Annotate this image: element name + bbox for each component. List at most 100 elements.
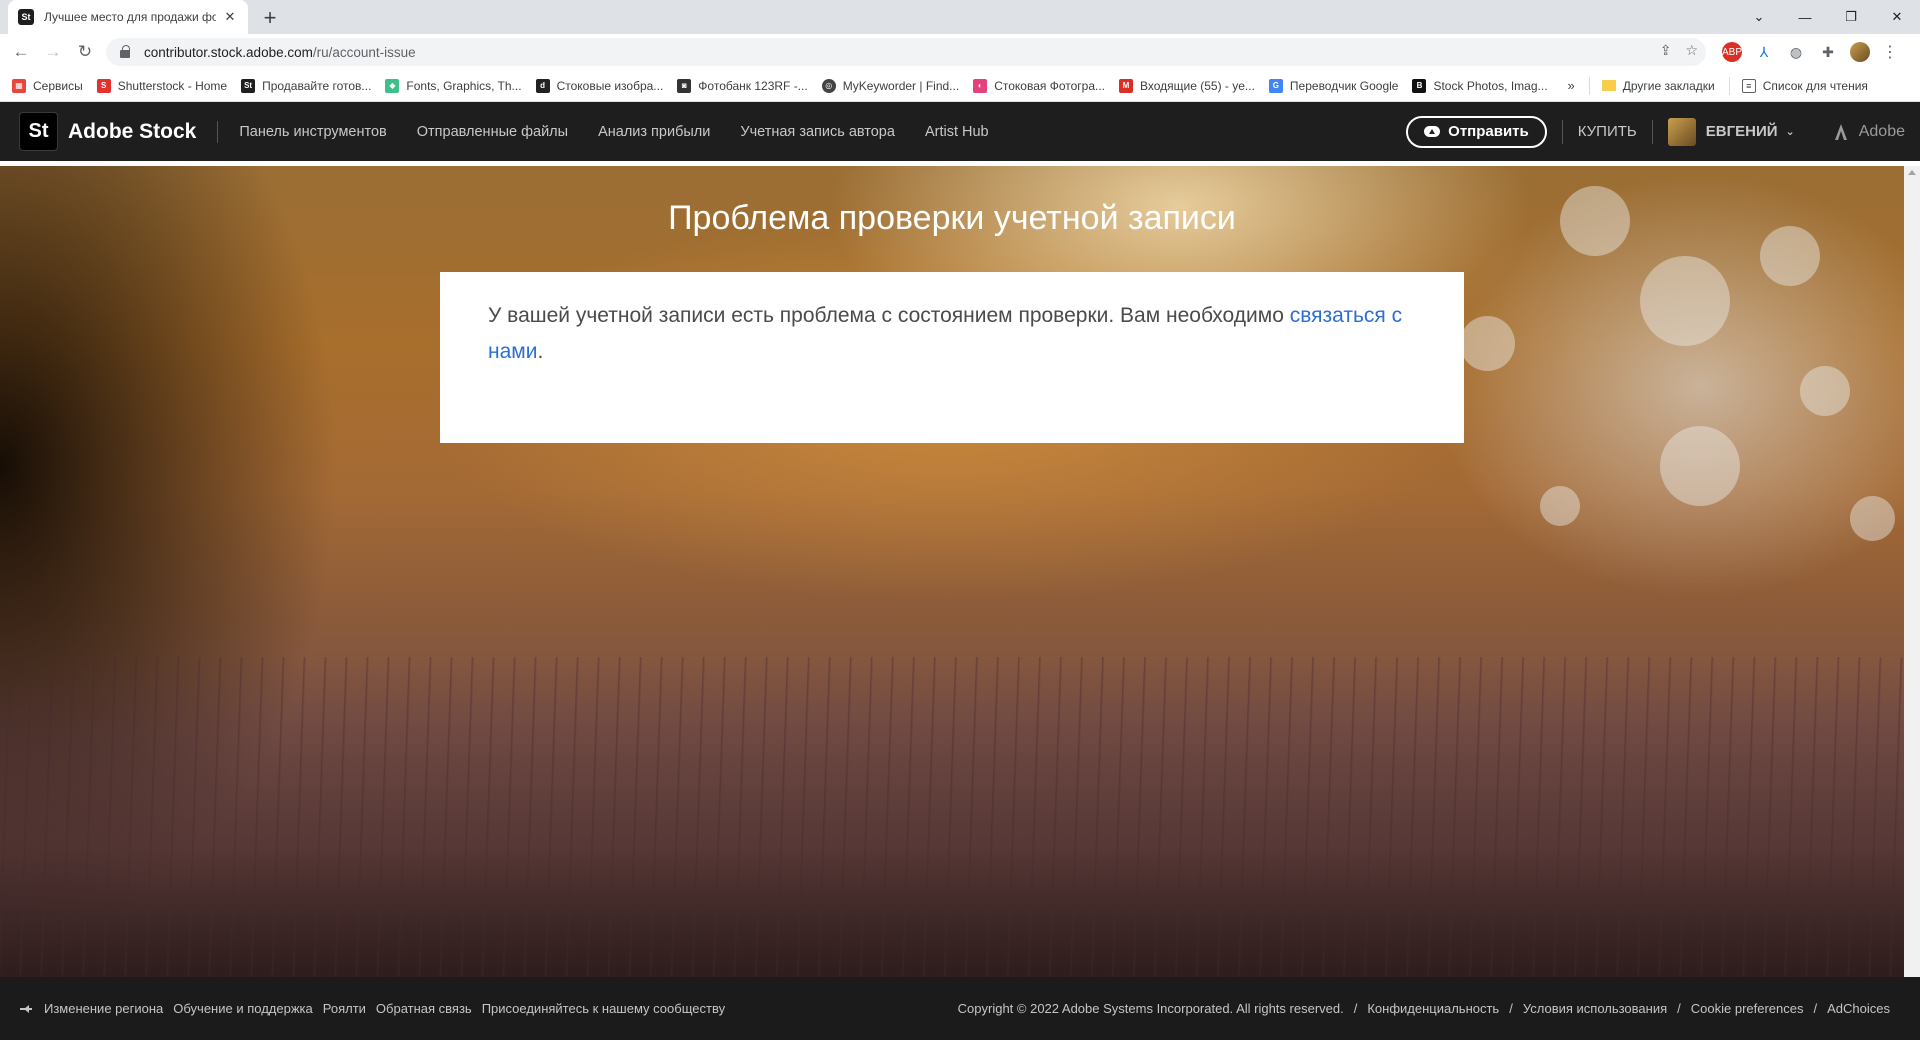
restore-icon[interactable]: ❐ xyxy=(1828,3,1874,31)
footer-royalties[interactable]: Роялти xyxy=(323,1001,366,1016)
apps-grid-icon: ▦ xyxy=(12,78,26,93)
bookmark-bigstock[interactable]: B Stock Photos, Imag... xyxy=(1412,78,1548,93)
page-scrollbar[interactable] xyxy=(1904,166,1920,977)
nav-contributor-account[interactable]: Учетная запись автора xyxy=(740,124,895,140)
bookmarks-divider xyxy=(1728,76,1730,95)
region-arrow-icon xyxy=(20,1004,34,1014)
user-menu[interactable]: ЕВГЕНИЙ ⌄ xyxy=(1667,117,1795,146)
footer-feedback[interactable]: Обратная связь xyxy=(376,1001,472,1016)
close-tab-icon[interactable]: ✕ xyxy=(222,9,238,25)
nav-dashboard[interactable]: Панель инструментов xyxy=(239,124,386,140)
footer-terms[interactable]: Условия использования xyxy=(1523,1001,1667,1016)
footer-separator: / xyxy=(1509,1001,1513,1016)
reading-list[interactable]: ≡ Список для чтения xyxy=(1741,78,1868,93)
bookmark-depositphotos[interactable]: d Стоковые изобра... xyxy=(535,78,663,93)
footer-cookie-preferences[interactable]: Cookie preferences xyxy=(1691,1001,1804,1016)
lavender-field xyxy=(0,657,1904,977)
share-icon[interactable]: ⇪ xyxy=(1660,42,1672,59)
page-title: Проблема проверки учетной записи xyxy=(668,199,1236,237)
bookmark-mykeyworder[interactable]: ◎ MyKeyworder | Find... xyxy=(821,78,959,93)
hero-background: Проблема проверки учетной записи У вашей… xyxy=(0,166,1904,977)
bookmark-star-icon[interactable]: ☆ xyxy=(1685,42,1698,59)
bookmark-google-translate[interactable]: G Переводчик Google xyxy=(1268,78,1398,93)
folder-icon xyxy=(1601,80,1616,91)
footer-privacy[interactable]: Конфиденциальность xyxy=(1367,1001,1499,1016)
google-translate-icon: G xyxy=(1268,78,1283,93)
bokeh-light xyxy=(1460,316,1515,371)
adobe-label: Adobe xyxy=(1858,122,1905,140)
back-icon[interactable]: ← xyxy=(10,41,32,63)
main-nav: Панель инструментов Отправленные файлы А… xyxy=(239,124,1018,140)
nav-artist-hub[interactable]: Artist Hub xyxy=(925,124,989,140)
bookmark-services[interactable]: ▦ Сервисы xyxy=(12,78,83,93)
bokeh-light xyxy=(1800,366,1850,416)
adblock-extension-icon[interactable]: ABP xyxy=(1722,42,1742,62)
site-logo-text[interactable]: Adobe Stock xyxy=(68,120,196,144)
adobe-stock-logo-icon[interactable]: St xyxy=(19,112,58,151)
profile-avatar-icon[interactable] xyxy=(1850,42,1870,62)
address-bar[interactable]: contributor.stock.adobe.com/ru/account-i… xyxy=(106,38,1706,66)
window-controls: ⌄ — ❐ ✕ xyxy=(1736,0,1920,34)
site-footer: Изменение региона Обучение и поддержка Р… xyxy=(0,977,1920,1040)
url-text[interactable]: contributor.stock.adobe.com/ru/account-i… xyxy=(144,45,416,60)
footer-learn-support[interactable]: Обучение и поддержка xyxy=(173,1001,312,1016)
adobe-stock-icon: St xyxy=(241,78,256,93)
avatar xyxy=(1667,117,1696,146)
lock-icon[interactable] xyxy=(120,45,132,59)
reading-list-icon: ≡ xyxy=(1741,78,1756,93)
extensions-puzzle-icon[interactable]: ✚ xyxy=(1818,42,1838,62)
bokeh-light xyxy=(1660,426,1740,506)
scroll-up-arrow-icon[interactable] xyxy=(1908,170,1916,175)
footer-separator: / xyxy=(1353,1001,1358,1016)
tab-search-chevron-icon[interactable]: ⌄ xyxy=(1736,3,1782,31)
bookmark-creative-market[interactable]: ◆ Fonts, Graphics, Th... xyxy=(385,78,522,93)
footer-separator: / xyxy=(1813,1001,1818,1016)
bookmarks-overflow-icon[interactable]: » xyxy=(1568,78,1575,93)
extensions-area: ABP ⅄ ◍ ✚ ⋮ xyxy=(1722,42,1898,62)
copyright-text: Copyright © 2022 Adobe Systems Incorpora… xyxy=(957,1001,1344,1016)
footer-join-community[interactable]: Присоединяйтесь к нашему сообществу xyxy=(482,1001,725,1016)
upload-button-label: Отправить xyxy=(1448,123,1529,140)
footer-adchoices[interactable]: AdChoices xyxy=(1827,1001,1890,1016)
browser-menu-icon[interactable]: ⋮ xyxy=(1882,42,1898,62)
bookmark-dreamstime[interactable]: ◐ Стоковая Фотогра... xyxy=(973,78,1105,93)
gmail-icon: M xyxy=(1119,78,1133,93)
browser-tabstrip: St Лучшее место для продажи фото ✕ + ⌄ —… xyxy=(0,0,1920,34)
bokeh-light xyxy=(1540,486,1580,526)
bigstock-icon: B xyxy=(1412,78,1427,93)
bookmark-adobe-stock[interactable]: St Продавайте готов... xyxy=(241,78,371,93)
adobe-link[interactable]: Adobe xyxy=(1834,122,1905,141)
footer-change-region[interactable]: Изменение региона xyxy=(44,1001,163,1016)
keyworder-icon: ◎ xyxy=(821,78,836,93)
minimize-icon[interactable]: — xyxy=(1782,3,1828,31)
reload-icon[interactable]: ↻ xyxy=(74,41,96,63)
site-header: St Adobe Stock Панель инструментов Отпра… xyxy=(0,102,1920,161)
bookmark-123rf[interactable]: ◙ Фотобанк 123RF -... xyxy=(677,78,808,93)
nav-earnings-insights[interactable]: Анализ прибыли xyxy=(598,124,710,140)
footer-separator: / xyxy=(1677,1001,1681,1016)
bookmark-other-folder[interactable]: Другие закладки xyxy=(1601,79,1715,93)
message-text: У вашей учетной записи есть проблема с с… xyxy=(488,304,1403,363)
browser-toolbar: ← → ↻ contributor.stock.adobe.com/ru/acc… xyxy=(0,34,1920,70)
tab-title: Лучшее место для продажи фото xyxy=(44,10,216,24)
bokeh-light xyxy=(1850,496,1895,541)
upload-button[interactable]: Отправить xyxy=(1406,115,1547,148)
browser-tab[interactable]: St Лучшее место для продажи фото ✕ xyxy=(8,0,248,34)
cloud-upload-icon xyxy=(1424,126,1441,137)
adobe-logo-icon xyxy=(1834,123,1853,140)
close-window-icon[interactable]: ✕ xyxy=(1874,3,1920,31)
user-name: ЕВГЕНИЙ xyxy=(1705,123,1778,140)
bookmark-gmail[interactable]: M Входящие (55) - ye... xyxy=(1119,78,1255,93)
ext-globe-icon[interactable]: ◍ xyxy=(1786,42,1806,62)
nav-uploaded-files[interactable]: Отправленные файлы xyxy=(417,124,568,140)
adobe-stock-favicon-icon: St xyxy=(18,9,34,25)
bookmark-shutterstock[interactable]: S Shutterstock - Home xyxy=(96,78,227,93)
bokeh-light xyxy=(1640,256,1730,346)
ext-translate-icon[interactable]: ⅄ xyxy=(1754,42,1774,62)
forward-icon[interactable]: → xyxy=(42,41,64,63)
new-tab-icon[interactable]: + xyxy=(258,6,282,30)
camera-icon: ◙ xyxy=(677,78,692,93)
buy-link[interactable]: КУПИТЬ xyxy=(1578,123,1637,140)
dreamstime-icon: ◐ xyxy=(973,78,988,93)
depositphotos-icon: d xyxy=(535,78,550,93)
